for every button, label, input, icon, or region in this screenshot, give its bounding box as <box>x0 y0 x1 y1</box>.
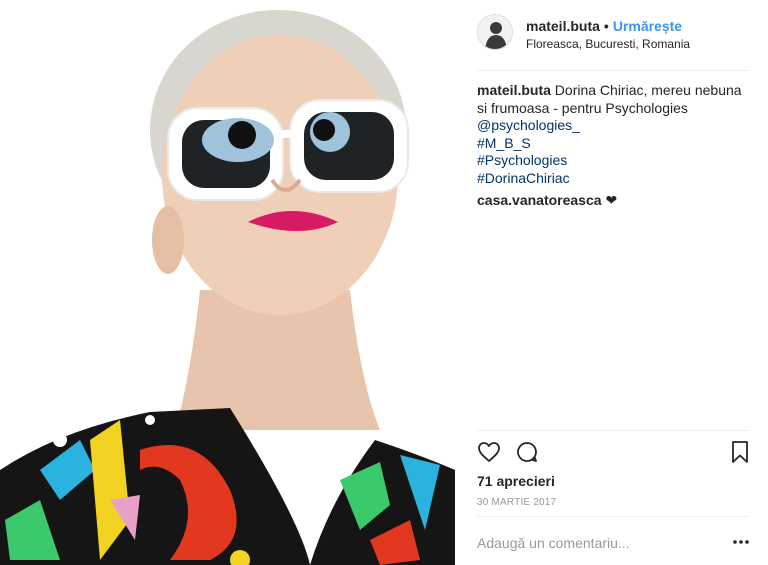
more-options-icon[interactable] <box>731 534 751 550</box>
comment-divider <box>477 516 749 517</box>
header-username[interactable]: mateil.buta <box>526 18 600 34</box>
likes-count[interactable]: 71 aprecieri <box>477 473 555 489</box>
hashtag-dorinachiriac[interactable]: #DorinaChiriac <box>477 170 752 188</box>
tag-mention-psychologies[interactable]: @psychologies_ <box>477 117 752 135</box>
post-sidebar: mateil.buta • Urmărește Floreasca, Bucures… <box>461 0 768 565</box>
comment-username[interactable]: casa.vanatoreasca <box>477 192 602 208</box>
location-link[interactable]: Floreasca, Bucuresti, Romania <box>526 37 690 51</box>
follow-button[interactable]: Urmărește <box>613 18 682 34</box>
hashtag-psychologies[interactable]: #Psychologies <box>477 152 752 170</box>
heart-outline-icon[interactable] <box>477 440 503 466</box>
caption: mateil.buta Dorina Chiriac, mereu nebuna… <box>477 82 752 187</box>
post-header: mateil.buta • Urmărește Floreasca, Bucures… <box>461 0 768 70</box>
header-username-row: mateil.buta • Urmărește <box>526 18 682 34</box>
comment-item: casa.vanatoreasca ❤ <box>477 192 617 209</box>
user-avatar-icon <box>478 15 512 49</box>
avatar[interactable] <box>477 14 513 50</box>
header-divider <box>477 70 749 71</box>
speech-bubble-icon[interactable] <box>515 440 541 466</box>
portrait-illustration <box>0 0 455 565</box>
comment-text: ❤ <box>605 192 618 208</box>
actions-divider <box>477 430 749 431</box>
post-date: 30 MARTIE 2017 <box>477 497 557 508</box>
post-photo[interactable] <box>0 0 455 565</box>
add-comment-input[interactable]: Adaugă un comentariu... <box>477 535 630 551</box>
action-bar <box>477 440 749 466</box>
instagram-post: mateil.buta • Urmărește Floreasca, Bucures… <box>0 0 768 565</box>
hashtag-m-b-s[interactable]: #M_B_S <box>477 135 752 153</box>
separator-dot: • <box>603 18 609 34</box>
bookmark-icon[interactable] <box>729 440 755 466</box>
caption-username[interactable]: mateil.buta <box>477 82 551 98</box>
